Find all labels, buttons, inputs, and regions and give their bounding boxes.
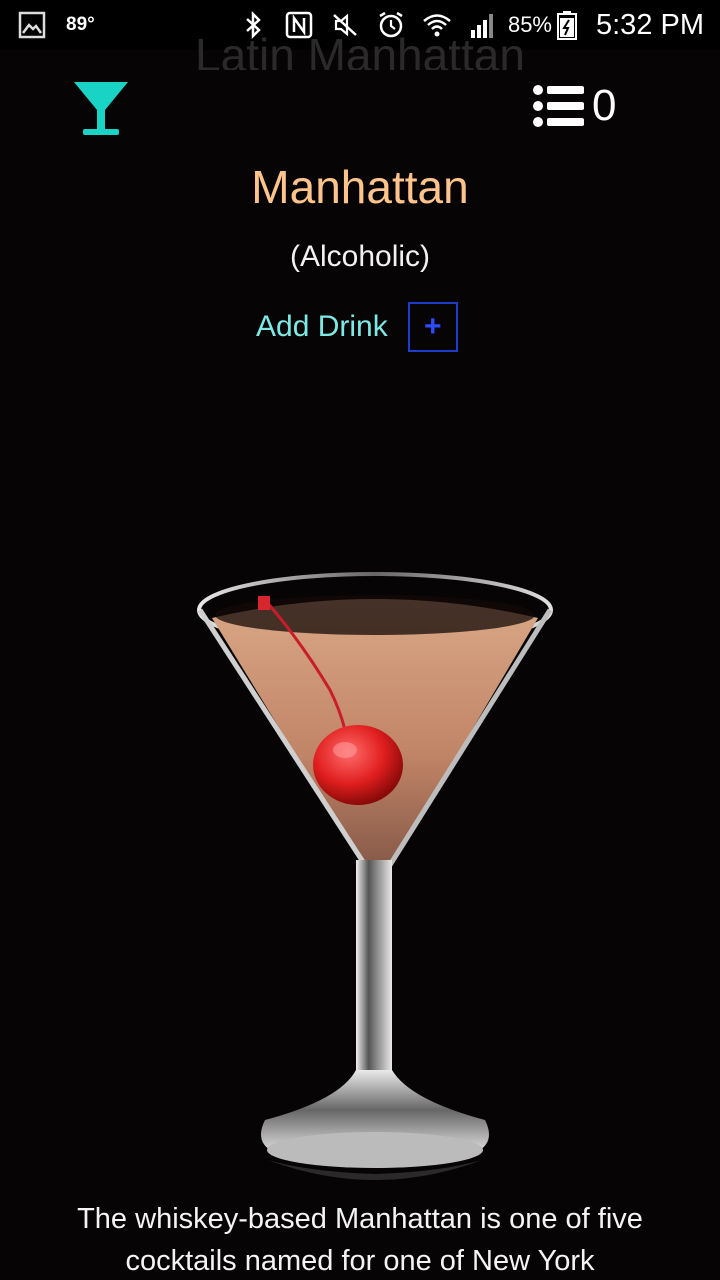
- add-drink-label[interactable]: Add Drink: [256, 310, 388, 344]
- manhattan-cocktail-image: [197, 572, 553, 1180]
- drink-name: Manhattan: [251, 161, 469, 213]
- list-icon: [533, 85, 584, 127]
- cocktail-glass-icon[interactable]: [72, 80, 130, 138]
- drink-list-button[interactable]: 0: [532, 84, 616, 128]
- drink-description: The whiskey-based Manhattan is one of fi…: [77, 1203, 643, 1277]
- drink-list-count: 0: [592, 81, 617, 130]
- app-screen: 89° 85% 5:32 PM Latin Manhattan 0 Manhat…: [0, 0, 720, 1280]
- previous-drink-title: Latin Manhattan: [195, 32, 525, 70]
- drink-type: (Alcoholic): [289, 240, 431, 273]
- add-drink-row: Add Drink +: [256, 302, 458, 352]
- add-drink-button[interactable]: +: [407, 302, 458, 352]
